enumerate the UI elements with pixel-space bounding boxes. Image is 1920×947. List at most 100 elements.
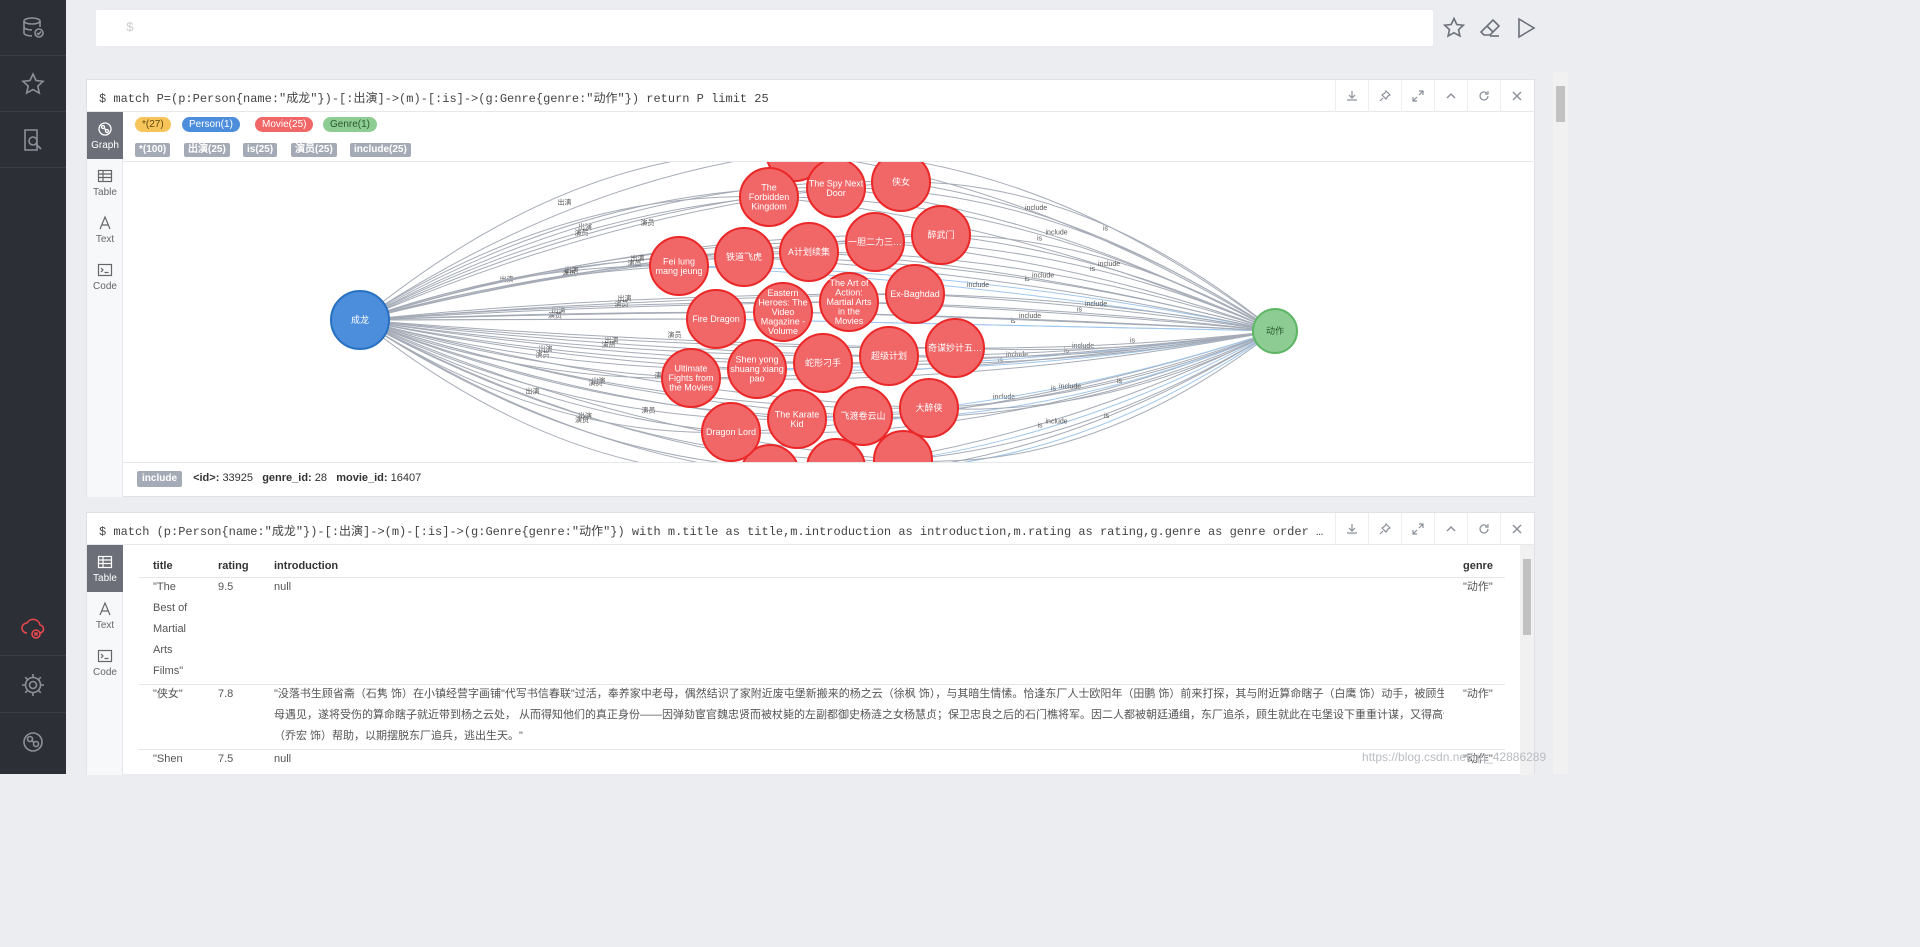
collapse-button[interactable]	[1434, 513, 1467, 545]
close-button[interactable]	[1500, 80, 1533, 112]
table-scrollbar-thumb[interactable]	[1523, 559, 1531, 635]
movie-node-label: Ex-Baghdad	[890, 289, 940, 299]
relationship-edge[interactable]	[954, 330, 1276, 351]
node-label-genre[interactable]: Genre(1)	[323, 117, 378, 132]
inspector-movie-label: movie_id:	[336, 472, 388, 484]
movie-node-label: Ultimate Fights from the Movies	[668, 364, 713, 393]
tab-code[interactable]: Code	[87, 253, 123, 300]
column-header-title: title	[153, 560, 173, 572]
relationship-label: is	[1038, 422, 1044, 429]
pin-icon	[1379, 522, 1392, 535]
movie-node-label: 超级计划	[871, 350, 907, 361]
table-scrollbar[interactable]	[1520, 545, 1534, 775]
cell-introduction: null	[274, 753, 292, 765]
favorites-button[interactable]	[0, 56, 66, 112]
cell-title-line: Best of	[153, 602, 188, 614]
database-icon	[23, 16, 44, 38]
collapse-button[interactable]	[1434, 80, 1467, 112]
graph-svg[interactable]: 演员is出演include演员is出演include演员is出演include演…	[123, 162, 1535, 463]
favorite-star-icon[interactable]	[1442, 16, 1466, 40]
rel-type-all[interactable]: *(100)	[135, 143, 171, 157]
view-tabs: Graph Table Text Code	[87, 112, 123, 497]
genre-node-label: 动作	[1266, 325, 1284, 336]
rel-type-actor[interactable]: 演员(25)	[291, 143, 337, 157]
query-editor[interactable]: $	[96, 10, 1433, 46]
about-button[interactable]	[0, 714, 66, 770]
inspector-genre-label: genre_id:	[262, 472, 312, 484]
cell-title: "Shen	[153, 753, 183, 765]
frame-query[interactable]: $ match P=(p:Person{name:"成龙"})-[:出演]->(…	[99, 89, 1329, 106]
fullscreen-button[interactable]	[1401, 80, 1434, 112]
cell-title-line: Martial	[153, 623, 187, 635]
column-header-rating: rating	[218, 560, 249, 572]
inspector-tag[interactable]: include	[137, 471, 183, 487]
neo4j-logo-icon	[23, 732, 43, 752]
sidebar	[0, 0, 66, 774]
pin-icon	[1379, 89, 1392, 102]
cell-rating: 9.5	[218, 581, 234, 593]
pin-button[interactable]	[1368, 513, 1401, 545]
movie-node-label: 奇谋妙计五…	[928, 342, 982, 353]
cell-introduction-line: "没落书生顾省斋（石隽 饰）在小镇经营字画铺"代写书信春联"过活，奉养家中老母，…	[274, 688, 1444, 700]
page-scrollbar[interactable]	[1553, 72, 1568, 774]
code-icon	[97, 263, 113, 276]
documents-button[interactable]	[0, 112, 66, 168]
document-search-icon	[24, 128, 42, 151]
rel-type-acted[interactable]: 出演(25)	[184, 143, 230, 157]
connection-status-button[interactable]	[0, 600, 66, 656]
editor-prompt: $	[126, 20, 134, 35]
rerun-button[interactable]	[1467, 80, 1500, 112]
cell-title-line: "The	[153, 581, 176, 593]
column-header-introduction: introduction	[274, 560, 339, 572]
cell-introduction: "没落书生顾省斋（石隽 饰）在小镇经营字画铺"代写书信春联"过活，奉养家中老母，…	[274, 684, 1444, 747]
pin-button[interactable]	[1368, 80, 1401, 112]
node-label-all[interactable]: *(27)	[135, 117, 171, 132]
cell-title-line: Arts	[153, 644, 173, 656]
rel-type-is[interactable]: is(25)	[243, 143, 278, 157]
watermark-text: https://blog.csdn.net/qq_42886289	[1362, 750, 1547, 764]
expand-icon	[1412, 523, 1424, 535]
cell-rating: 7.8	[218, 688, 234, 700]
tab-table[interactable]: Table	[87, 159, 123, 206]
relationship-label: 演员	[642, 406, 656, 415]
column-header-genre: genre	[1463, 560, 1493, 572]
graph-canvas[interactable]: 演员 is 出演 include 演员 is 出演 include 演员 is 出演 include 演…	[123, 161, 1535, 463]
relationship-label: include	[1098, 261, 1120, 268]
close-button[interactable]	[1500, 513, 1533, 545]
relationship-label: 出演	[558, 198, 572, 207]
eraser-icon[interactable]	[1478, 16, 1502, 40]
gear-icon	[22, 673, 44, 696]
fullscreen-button[interactable]	[1401, 513, 1434, 545]
tab-graph-label: Graph	[91, 139, 119, 151]
movie-node-label: 醉武门	[927, 229, 954, 240]
rel-type-include[interactable]: include(25)	[350, 143, 411, 157]
cell-title: "侠女"	[153, 688, 183, 700]
frame-header: $ match P=(p:Person{name:"成龙"})-[:出演]->(…	[87, 80, 1534, 112]
relationship-label: include	[1085, 301, 1107, 308]
cell-genre: "动作"	[1463, 688, 1493, 700]
star-icon	[21, 71, 45, 95]
relationship-label: 出演	[631, 254, 645, 263]
download-button[interactable]	[1335, 80, 1368, 112]
relationship-edge[interactable]	[359, 318, 717, 321]
download-icon	[1347, 524, 1357, 534]
movie-node-label: A计划续集	[788, 246, 830, 257]
run-icon[interactable]	[1514, 16, 1538, 40]
movie-node-label: 侠女	[892, 176, 910, 187]
frame-query[interactable]: $ match (p:Person{name:"成龙"})-[:出演]->(m)…	[99, 522, 1329, 539]
settings-button[interactable]	[0, 657, 66, 713]
chevron-up-icon	[1446, 93, 1456, 99]
node-label-person[interactable]: Person(1)	[182, 117, 240, 132]
movie-node-label: 铁道飞虎	[726, 251, 762, 262]
tab-graph[interactable]: Graph	[87, 112, 123, 159]
graph-icon	[98, 121, 112, 136]
inspector-genre-value: 28	[314, 472, 328, 484]
page-scrollbar-thumb[interactable]	[1556, 86, 1565, 122]
tab-text[interactable]: Text	[87, 206, 123, 253]
database-button[interactable]	[0, 0, 66, 56]
relationship-label: 出演	[618, 293, 632, 302]
table-icon	[97, 169, 113, 182]
node-label-movie[interactable]: Movie(25)	[255, 117, 314, 132]
download-button[interactable]	[1335, 513, 1368, 545]
rerun-button[interactable]	[1467, 513, 1500, 545]
